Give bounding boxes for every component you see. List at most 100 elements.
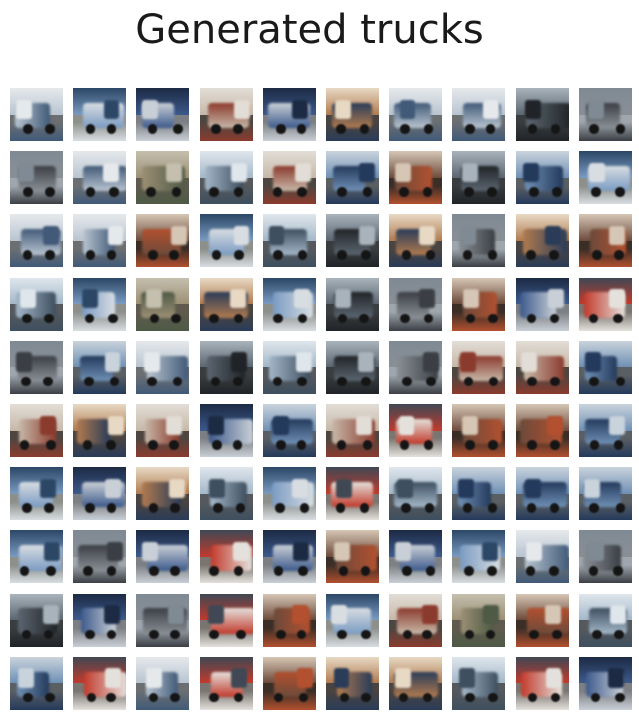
truck-thumbnail <box>199 530 253 584</box>
truck-thumbnail <box>515 214 569 268</box>
truck-thumbnail <box>452 340 506 394</box>
truck-thumbnail <box>326 530 379 584</box>
truck-thumbnail <box>389 340 443 394</box>
truck-thumbnail <box>515 530 569 584</box>
truck-thumbnail <box>515 404 569 457</box>
truck-thumbnail <box>136 340 190 394</box>
truck-thumbnail <box>10 593 63 647</box>
truck-thumbnail <box>578 277 632 331</box>
truck-thumbnail <box>10 530 63 584</box>
truck-thumbnail <box>73 467 127 521</box>
truck-thumbnail <box>578 151 632 205</box>
truck-thumbnail <box>73 277 127 331</box>
truck-thumbnail <box>326 340 379 394</box>
truck-thumbnail <box>10 656 63 710</box>
truck-thumbnail <box>136 530 190 584</box>
truck-thumbnail <box>389 593 443 647</box>
truck-thumbnail <box>389 88 443 141</box>
truck-thumbnail <box>10 277 63 331</box>
truck-thumbnail <box>262 277 316 331</box>
truck-thumbnail <box>73 88 127 141</box>
truck-thumbnail <box>199 88 253 141</box>
truck-thumbnail <box>136 467 190 521</box>
truck-thumbnail <box>10 467 63 521</box>
truck-thumbnail <box>326 151 379 205</box>
truck-thumbnail <box>452 656 506 710</box>
truck-thumbnail <box>136 151 190 205</box>
truck-thumbnail <box>262 404 316 457</box>
truck-thumbnail <box>136 214 190 268</box>
truck-thumbnail <box>578 467 632 521</box>
truck-thumbnail <box>389 530 443 584</box>
truck-thumbnail <box>199 340 253 394</box>
truck-thumbnail <box>262 656 316 710</box>
truck-thumbnail <box>578 404 632 457</box>
truck-thumbnail <box>262 214 316 268</box>
truck-thumbnail <box>73 656 127 710</box>
truck-thumbnail <box>578 593 632 647</box>
truck-thumbnail <box>10 214 63 268</box>
truck-thumbnail <box>326 404 379 457</box>
truck-thumbnail <box>389 467 443 521</box>
truck-thumbnail <box>452 151 506 205</box>
truck-thumbnail <box>389 214 443 268</box>
truck-thumbnail <box>515 593 569 647</box>
truck-thumbnail <box>578 530 632 584</box>
truck-thumbnail <box>515 277 569 331</box>
truck-thumbnail <box>515 656 569 710</box>
truck-thumbnail <box>452 530 506 584</box>
truck-thumbnail <box>515 88 569 141</box>
truck-image-grid <box>10 88 632 710</box>
truck-thumbnail <box>452 214 506 268</box>
truck-thumbnail <box>578 214 632 268</box>
truck-thumbnail <box>73 340 127 394</box>
truck-thumbnail <box>136 593 190 647</box>
truck-thumbnail <box>199 656 253 710</box>
truck-thumbnail <box>515 467 569 521</box>
truck-thumbnail <box>136 656 190 710</box>
truck-thumbnail <box>389 404 443 457</box>
truck-thumbnail <box>452 593 506 647</box>
truck-thumbnail <box>262 340 316 394</box>
truck-thumbnail <box>515 151 569 205</box>
truck-thumbnail <box>578 656 632 710</box>
truck-thumbnail <box>389 656 443 710</box>
truck-thumbnail <box>262 593 316 647</box>
truck-thumbnail <box>326 214 379 268</box>
truck-thumbnail <box>199 467 253 521</box>
truck-thumbnail <box>515 340 569 394</box>
truck-thumbnail <box>452 277 506 331</box>
truck-thumbnail <box>10 340 63 394</box>
truck-thumbnail <box>73 530 127 584</box>
truck-thumbnail <box>10 88 63 141</box>
truck-thumbnail <box>262 151 316 205</box>
truck-thumbnail <box>136 88 190 141</box>
truck-thumbnail <box>326 593 379 647</box>
truck-thumbnail <box>326 88 379 141</box>
truck-thumbnail <box>326 656 379 710</box>
truck-thumbnail <box>262 88 316 141</box>
truck-thumbnail <box>578 340 632 394</box>
truck-thumbnail <box>10 404 63 457</box>
truck-thumbnail <box>136 277 190 331</box>
truck-thumbnail <box>199 277 253 331</box>
truck-thumbnail <box>389 151 443 205</box>
truck-thumbnail <box>199 214 253 268</box>
truck-thumbnail <box>73 593 127 647</box>
truck-thumbnail <box>73 151 127 205</box>
truck-thumbnail <box>262 530 316 584</box>
truck-thumbnail <box>389 277 443 331</box>
truck-thumbnail <box>73 214 127 268</box>
truck-thumbnail <box>326 277 379 331</box>
truck-thumbnail <box>326 467 379 521</box>
truck-thumbnail <box>136 404 190 457</box>
truck-thumbnail <box>199 593 253 647</box>
truck-thumbnail <box>452 467 506 521</box>
truck-thumbnail <box>10 151 63 205</box>
truck-thumbnail <box>199 404 253 457</box>
truck-thumbnail <box>452 404 506 457</box>
figure-title: Generated trucks <box>135 7 484 53</box>
truck-thumbnail <box>452 88 506 141</box>
truck-thumbnail <box>578 88 632 141</box>
truck-thumbnail <box>73 404 127 457</box>
